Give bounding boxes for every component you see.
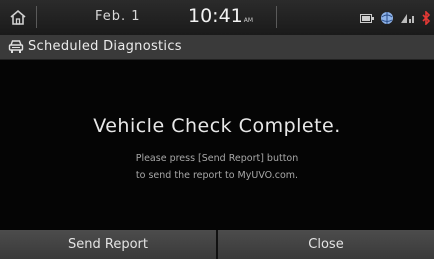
globe-icon bbox=[381, 12, 393, 24]
car-icon bbox=[8, 40, 24, 53]
close-button[interactable]: Close bbox=[216, 230, 434, 259]
send-report-button[interactable]: Send Report bbox=[0, 230, 216, 259]
bluetooth-icon bbox=[422, 11, 431, 25]
home-button[interactable] bbox=[0, 0, 36, 35]
headline: Vehicle Check Complete. bbox=[93, 115, 341, 137]
divider bbox=[36, 6, 37, 28]
message-line: to send the report to MyUVO.com. bbox=[135, 170, 299, 181]
signal-icon bbox=[401, 13, 414, 23]
instruction-message: Please press [Send Report] button to sen… bbox=[0, 150, 434, 184]
divider bbox=[276, 6, 277, 28]
battery-icon bbox=[360, 13, 374, 23]
status-time: 10:41AM bbox=[188, 5, 253, 27]
page-title: Scheduled Diagnostics bbox=[28, 39, 182, 54]
time-value: 10:41 bbox=[188, 5, 243, 27]
status-date: Feb. 1 bbox=[95, 9, 141, 24]
home-icon bbox=[10, 9, 26, 25]
status-bar: Feb. 1 10:41AM bbox=[0, 0, 434, 35]
status-icons bbox=[360, 10, 431, 26]
time-ampm: AM bbox=[243, 17, 254, 24]
main-area: Vehicle Check Complete. Please press [Se… bbox=[0, 60, 434, 230]
button-bar: Send Report Close bbox=[0, 230, 434, 259]
title-bar: Scheduled Diagnostics bbox=[0, 35, 434, 60]
message-line: Please press [Send Report] button bbox=[135, 153, 299, 164]
